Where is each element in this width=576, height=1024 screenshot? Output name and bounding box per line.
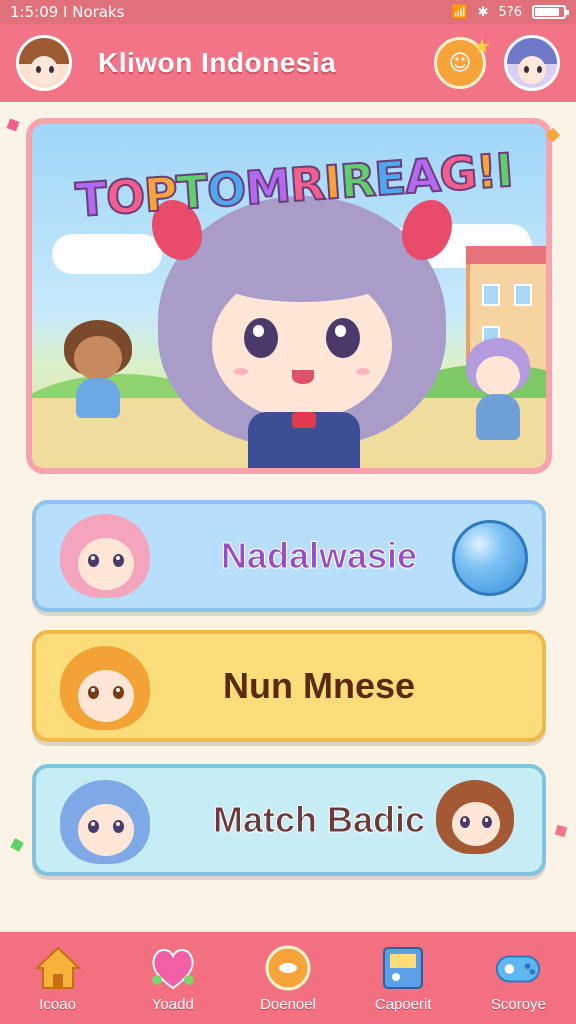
nav-item-home[interactable]: Icoao xyxy=(0,932,115,1024)
character-eye-left xyxy=(88,686,99,699)
banner-title-letter: T xyxy=(73,170,109,228)
controller-icon xyxy=(494,944,542,992)
character-eye-right xyxy=(326,318,360,358)
character-face xyxy=(74,336,122,380)
network-label: 5?6 xyxy=(498,4,522,20)
avatar-eye-left xyxy=(524,66,529,73)
menu-button-label: Match Badic xyxy=(212,799,426,841)
character-face xyxy=(452,802,500,846)
character-eye-right xyxy=(113,820,124,833)
character-face xyxy=(78,538,134,590)
main-character xyxy=(152,186,452,468)
menu-character-brown xyxy=(434,776,518,872)
battery-icon xyxy=(532,5,569,19)
avatar-eye-left xyxy=(36,66,41,73)
book-icon xyxy=(379,944,427,992)
food-icon xyxy=(264,944,312,992)
character-eye-left xyxy=(88,820,99,833)
character-eye-left xyxy=(244,318,278,358)
building-roof xyxy=(466,246,546,264)
banner-title-letter: T xyxy=(174,163,210,221)
blush xyxy=(234,368,248,375)
status-bar: 1:5:09 I Noraks 📶 ✱ 5?6 xyxy=(0,0,576,24)
heart-icon xyxy=(149,944,197,992)
hero-banner[interactable]: TOPTOMRIREAG!I xyxy=(26,118,552,474)
friend-avatar[interactable] xyxy=(504,35,560,91)
character-eye-right xyxy=(113,554,124,567)
character-right xyxy=(462,338,542,458)
avatar-eye-right xyxy=(49,66,54,73)
menu-character-orange xyxy=(56,640,156,740)
bubble-orb-icon xyxy=(452,520,528,596)
banner-title-letter: M xyxy=(242,157,292,216)
character-body xyxy=(76,378,120,418)
nav-item-controller[interactable]: Scoroye xyxy=(461,932,576,1024)
character-eye-right xyxy=(113,686,124,699)
menu-character-blue xyxy=(56,774,156,874)
menu-button-nadalwasie[interactable]: Nadalwasie xyxy=(32,500,546,612)
nav-item-heart[interactable]: Yoadd xyxy=(115,932,230,1024)
nav-label: Capoerit xyxy=(374,995,432,1013)
menu-button-match-badic[interactable]: Match Badic xyxy=(32,764,546,876)
nav-label: Yoadd xyxy=(151,995,194,1013)
avatar-eye-right xyxy=(537,66,542,73)
banner-title-letter: R xyxy=(287,155,327,213)
bluetooth-icon: ✱ xyxy=(477,4,489,20)
status-icons: 📶 ✱ 5?6 xyxy=(451,4,569,20)
banner-title-letter: E xyxy=(372,149,408,207)
app-title: Kliwon Indonesia xyxy=(98,47,337,78)
blush xyxy=(356,368,370,375)
cloud xyxy=(52,234,162,274)
menu-button-label: Nun Mnese xyxy=(222,665,416,706)
character-left xyxy=(60,320,140,440)
nav-item-food[interactable]: Doenoel xyxy=(230,932,345,1024)
building-window xyxy=(514,284,532,306)
banner-title-letter: I xyxy=(493,142,515,199)
banner-title-letter: A xyxy=(402,147,442,205)
bottom-nav: Icoao Yoadd Doenoel Capoerit Scoroye xyxy=(0,932,576,1024)
app-header: Kliwon Indonesia ☺ ★ xyxy=(0,24,576,102)
character-eye-left xyxy=(460,816,470,828)
nav-label: Scoroye xyxy=(490,995,546,1013)
character-ribbon xyxy=(292,412,316,428)
hair-bow-right xyxy=(402,200,452,260)
nav-item-book[interactable]: Capoerit xyxy=(346,932,461,1024)
banner-title-letter: P xyxy=(141,165,179,223)
menu-character-pink xyxy=(56,508,156,608)
menu-button-label: Nadalwasie xyxy=(220,535,418,577)
home-icon xyxy=(34,944,82,992)
confetti xyxy=(554,824,568,838)
character-face xyxy=(476,356,520,396)
coin-icon: ☺ xyxy=(448,50,472,76)
character-mouth xyxy=(292,370,314,384)
nav-label: Icoao xyxy=(39,995,76,1013)
nav-label: Doenoel xyxy=(260,995,316,1013)
status-time-carrier: 1:5:09 I Noraks xyxy=(10,3,125,21)
character-eye-left xyxy=(88,554,99,567)
confetti xyxy=(6,118,20,132)
character-body xyxy=(476,394,520,440)
confetti xyxy=(10,838,24,852)
menu-button-nun-mnese[interactable]: Nun Mnese xyxy=(32,630,546,742)
star-icon: ★ xyxy=(473,34,491,58)
character-bangs xyxy=(208,246,396,302)
banner-title-letter: R xyxy=(337,151,377,209)
character-face xyxy=(78,670,134,722)
banner-title-letter: O xyxy=(103,168,147,227)
character-eye-right xyxy=(482,816,492,828)
coin-button[interactable]: ☺ ★ xyxy=(434,34,491,89)
character-face xyxy=(78,804,134,856)
wifi-icon: 📶 xyxy=(451,4,468,20)
building-window xyxy=(482,284,500,306)
profile-avatar[interactable] xyxy=(16,35,72,91)
banner-title-letter: G xyxy=(437,144,479,202)
banner-title-letter: O xyxy=(204,160,248,219)
